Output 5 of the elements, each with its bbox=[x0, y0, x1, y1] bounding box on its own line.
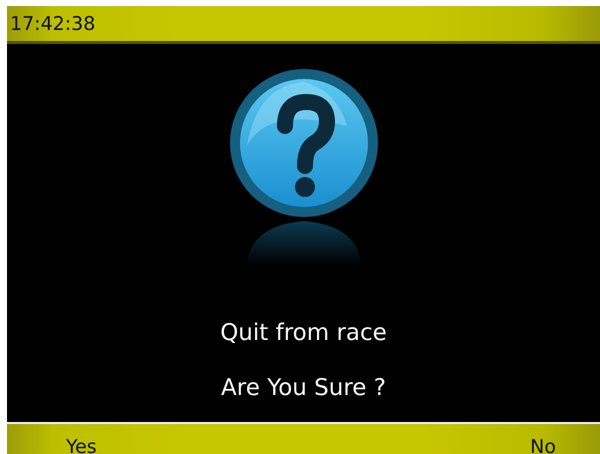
softkey-button[interactable]: No bbox=[526, 436, 560, 454]
dialog-message: Quit from race bbox=[220, 319, 387, 348]
softkey-button[interactable]: Yes bbox=[62, 436, 101, 454]
dialog-message: Are You Sure ? bbox=[221, 374, 386, 403]
clock-time: 17:42:38 bbox=[10, 12, 96, 34]
